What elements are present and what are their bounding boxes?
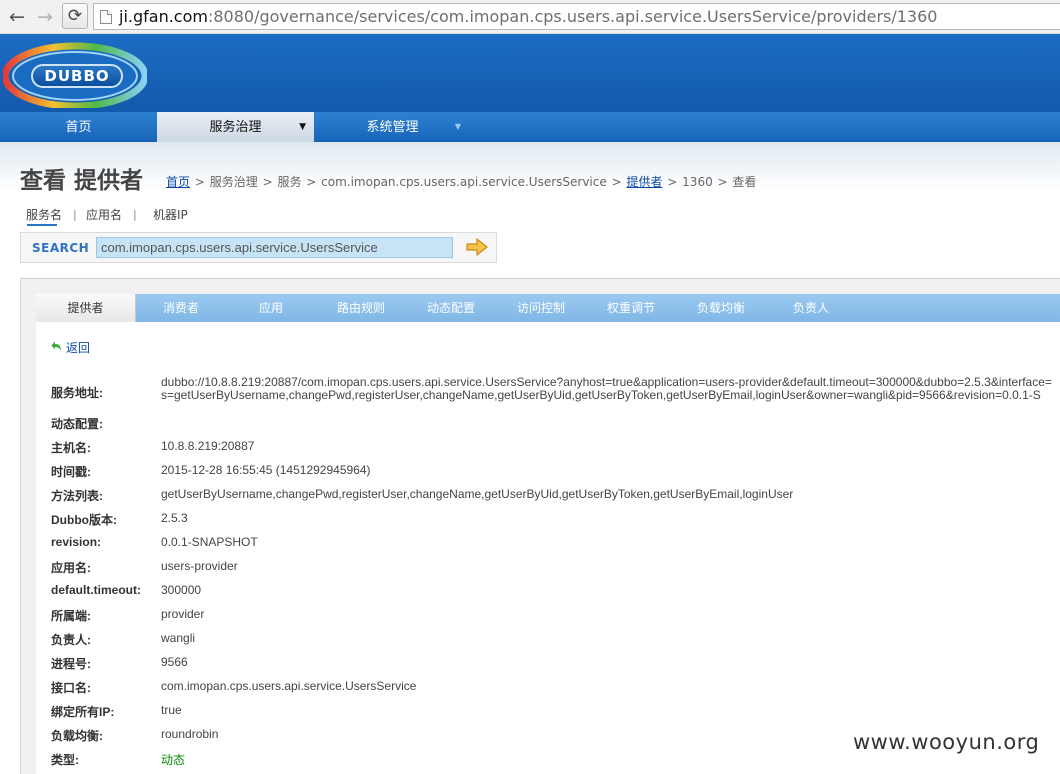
detail-label: default.timeout: [51,583,141,597]
detail-value: 0.0.1-SNAPSHOT [161,535,258,549]
detail-value: wangli [161,631,196,645]
tab-applications[interactable]: 应用 [226,294,316,322]
detail-row-address: 服务地址: dubbo://10.8.8.219:20887/com.imopa… [51,376,1060,406]
breadcrumb-view: 查看 [732,175,757,189]
search-box: SEARCH [20,232,497,263]
detail-value: roundrobin [161,727,219,741]
breadcrumb-id: 1360 [682,175,713,189]
breadcrumb: 首页 > 服务治理 > 服务 > com.imopan.cps.users.ap… [166,175,757,189]
detail-value: com.imopan.cps.users.api.service.UsersSe… [161,679,417,693]
return-arrow-icon [51,341,61,351]
active-tab-underline [27,224,57,226]
detail-label: 应用名: [51,561,91,575]
search-tab-service-name[interactable]: 服务名 [26,206,62,223]
detail-value: 300000 [161,583,202,597]
menu-item-governance[interactable]: 服务治理 ▼ [157,112,314,142]
search-tab-app-name[interactable]: 应用名 [86,206,122,223]
logo-text: DUBBO [31,64,123,88]
detail-label: 主机名: [51,441,91,455]
watermark: www.wooyun.org [853,730,1040,754]
detail-label: revision: [51,535,102,549]
breadcrumb-home[interactable]: 首页 [166,175,190,189]
main-menu: 首页 服务治理 ▼ 系统管理 ▼ [0,112,1060,142]
detail-value: 10.8.8.219:20887 [161,439,255,453]
reload-icon[interactable]: ⟳ [62,3,88,29]
detail-label: 接口名: [51,681,91,695]
address-bar[interactable]: ji.gfan.com:8080/governance/services/com… [93,3,1060,30]
detail-value: 2.5.3 [161,511,188,525]
back-label: 返回 [66,341,91,355]
search-label: SEARCH [32,241,90,255]
content-tabs: 提供者 消费者 应用 路由规则 动态配置 访问控制 权重调节 负载均衡 负责人 [36,294,1060,322]
tab-access-control[interactable]: 访问控制 [496,294,586,322]
search-tab-machine-ip[interactable]: 机器IP [153,206,188,223]
menu-item-governance-label: 服务治理 [209,120,262,135]
tab-providers[interactable]: 提供者 [36,294,136,322]
back-arrow-icon[interactable]: ← [6,6,28,28]
detail-value: users-provider [161,559,238,573]
detail-label: 绑定所有IP: [51,705,115,719]
menu-item-system-label: 系统管理 [366,120,419,135]
search-input[interactable] [96,237,453,258]
page-icon [100,10,112,24]
site-header: DUBBO [0,34,1060,112]
detail-label: 动态配置: [51,417,103,431]
caret-down-icon: ▼ [454,122,461,131]
detail-label: 类型: [51,753,79,767]
detail-label: 时间戳: [51,465,91,479]
detail-label: 负责人: [51,633,91,647]
detail-label: 所属端: [51,609,91,623]
forward-arrow-icon[interactable]: → [34,6,56,28]
address-line-2: s=getUserByUsername,changePwd,registerUs… [161,388,1041,402]
breadcrumb-services: 服务 [277,175,302,189]
tab-divider: | [133,208,137,221]
detail-value: 9566 [161,655,188,669]
detail-value: getUserByUsername,changePwd,registerUser… [161,487,794,501]
menu-item-system[interactable]: 系统管理 ▼ [314,112,471,142]
detail-label: 服务地址: [51,386,103,400]
url-text[interactable]: ji.gfan.com:8080/governance/services/com… [119,7,937,26]
page-title: 查看 提供者 [20,168,144,194]
detail-label: 进程号: [51,657,91,671]
tab-dynamic-config[interactable]: 动态配置 [406,294,496,322]
type-value: 动态 [161,753,186,767]
browser-toolbar: ← → ⟳ ji.gfan.com:8080/governance/servic… [0,0,1060,34]
back-link[interactable]: 返回 [51,339,90,356]
arrow-right-icon[interactable] [466,238,488,256]
tab-weight[interactable]: 权重调节 [586,294,676,322]
tab-divider: | [73,208,77,221]
dubbo-logo[interactable]: DUBBO [1,38,149,110]
detail-label: 负载均衡: [51,729,103,743]
tab-routes[interactable]: 路由规则 [316,294,406,322]
detail-label: 方法列表: [51,489,103,503]
detail-value: dubbo://10.8.8.219:20887/com.imopan.cps.… [161,376,1052,402]
breadcrumb-providers[interactable]: 提供者 [626,175,662,189]
tab-owners[interactable]: 负责人 [766,294,856,322]
caret-down-icon: ▼ [299,122,306,132]
tab-consumers[interactable]: 消费者 [136,294,226,322]
tab-load-balance[interactable]: 负载均衡 [676,294,766,322]
detail-value: provider [161,607,205,621]
menu-item-home[interactable]: 首页 [0,112,157,142]
detail-value: 2015-12-28 16:55:45 (1451292945964) [161,463,371,477]
detail-value: true [161,703,182,717]
detail-label: Dubbo版本: [51,513,117,527]
breadcrumb-service-name: com.imopan.cps.users.api.service.UsersSe… [321,175,607,189]
breadcrumb-governance: 服务治理 [209,175,258,189]
